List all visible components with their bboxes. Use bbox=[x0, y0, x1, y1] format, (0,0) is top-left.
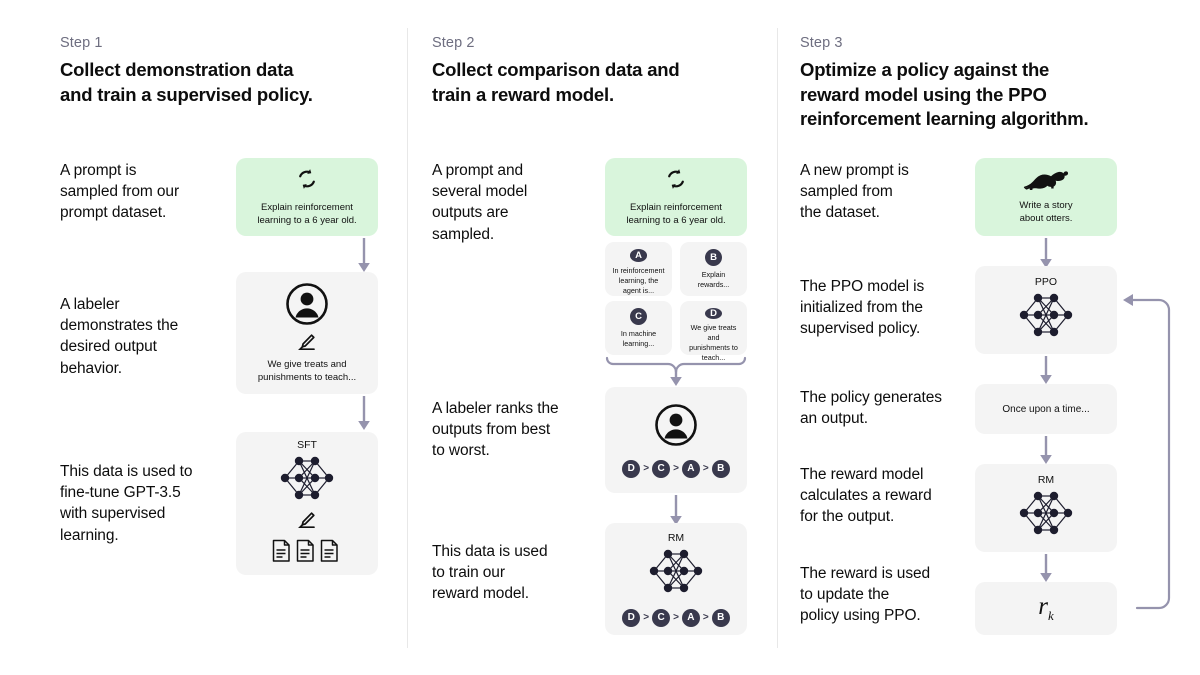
step-2-rm-box[interactable]: RM D > C > A > B bbox=[605, 523, 747, 635]
arrow-down-2 bbox=[357, 396, 371, 437]
step-1-labeler-text: We give treats and punishments to teach.… bbox=[257, 358, 357, 383]
step-1-labeler-box[interactable]: We give treats and punishments to teach.… bbox=[236, 272, 378, 394]
reward-symbol: rk bbox=[1038, 593, 1054, 624]
refresh-cycle-icon bbox=[295, 167, 319, 196]
reward-symbol-sub: k bbox=[1047, 608, 1054, 623]
column-divider-2 bbox=[777, 28, 778, 648]
step-3-prompt-box[interactable]: Write a story about otters. bbox=[975, 158, 1117, 236]
rlhf-diagram: Step 1 Collect demonstration data and tr… bbox=[0, 0, 1200, 675]
step-3-ppo-label: PPO bbox=[1034, 275, 1058, 288]
option-text-c: In machine learning... bbox=[620, 329, 657, 349]
step-2-labeler-ranking: D > C > A > B bbox=[622, 459, 730, 478]
step-2-title: Collect comparison data and train a rewa… bbox=[432, 59, 680, 105]
rm-rank-badge-3: A bbox=[681, 608, 700, 627]
option-badge-a: A bbox=[630, 249, 647, 262]
rank-badge-3: A bbox=[681, 459, 700, 478]
documents-icon bbox=[271, 539, 343, 568]
step-3-column: Step 3 Optimize a policy against the rew… bbox=[800, 0, 1171, 675]
step-3-title: Optimize a policy against the reward mod… bbox=[800, 59, 1089, 130]
step-1-description-1: A prompt is sampled from our prompt data… bbox=[60, 162, 180, 222]
step-3-output-text: Once upon a time... bbox=[1002, 403, 1090, 415]
step-1-column: Step 1 Collect demonstration data and tr… bbox=[60, 0, 390, 675]
step-3-description-2: The PPO model is initialized from the su… bbox=[800, 278, 925, 338]
neural-network-icon bbox=[1015, 488, 1077, 543]
person-circle-icon bbox=[285, 282, 329, 331]
step-2-description-3: This data is used to train our reward mo… bbox=[432, 543, 548, 603]
reward-symbol-base: r bbox=[1038, 593, 1048, 620]
step-3-rm-label: RM bbox=[1037, 473, 1055, 486]
step-1-prompt-text: Explain reinforcement learning to a 6 ye… bbox=[257, 201, 357, 226]
step-2-prompt-box[interactable]: Explain reinforcement learning to a 6 ye… bbox=[605, 158, 747, 236]
rm-rank-badge-4: B bbox=[711, 608, 730, 627]
rm-rank-badge-1: D bbox=[622, 608, 641, 627]
step-3-ppo-box[interactable]: PPO bbox=[975, 266, 1117, 354]
step-3-label: Step 3 bbox=[800, 35, 843, 51]
neural-network-icon bbox=[1015, 290, 1077, 345]
step-3-output-box[interactable]: Once upon a time... bbox=[975, 384, 1117, 434]
otter-icon bbox=[1023, 168, 1069, 195]
pencil-icon bbox=[298, 511, 316, 534]
neural-network-icon bbox=[645, 546, 707, 601]
rm-rank-gt-3: > bbox=[702, 612, 709, 623]
option-card-b[interactable]: B Explain rewards... bbox=[680, 242, 747, 296]
step-1-description-3: This data is used to fine-tune GPT-3.5 w… bbox=[60, 463, 193, 544]
step-2-prompt-text: Explain reinforcement learning to a 6 ye… bbox=[626, 201, 726, 226]
step-2-description-2: A labeler ranks the outputs from best to… bbox=[432, 400, 559, 460]
step-3-description-3: The policy generates an output. bbox=[800, 389, 942, 428]
step-3-prompt-text: Write a story about otters. bbox=[1019, 200, 1073, 224]
rank-gt-2: > bbox=[673, 463, 679, 474]
step-3-reward-box[interactable]: rk bbox=[975, 582, 1117, 635]
step-3-rm-box[interactable]: RM bbox=[975, 464, 1117, 552]
step-1-description-2: A labeler demonstrates the desired outpu… bbox=[60, 296, 179, 377]
step-1-sft-box[interactable]: SFT bbox=[236, 432, 378, 575]
column-divider-1 bbox=[407, 28, 408, 648]
step-2-rm-label: RM bbox=[667, 531, 685, 544]
feedback-loop-arrow bbox=[1115, 292, 1173, 617]
rm-rank-badge-2: C bbox=[652, 608, 671, 627]
rm-rank-gt-1: > bbox=[643, 612, 650, 623]
rank-badge-4: B bbox=[711, 459, 730, 478]
rank-gt-3: > bbox=[702, 463, 709, 474]
step-1-sft-label: SFT bbox=[297, 439, 317, 451]
person-circle-icon bbox=[654, 403, 698, 452]
rank-badge-1: D bbox=[622, 459, 641, 478]
step-2-column: Step 2 Collect comparison data and train… bbox=[432, 0, 762, 675]
option-card-a[interactable]: A In reinforcement learning, the agent i… bbox=[605, 242, 672, 296]
step-2-label: Step 2 bbox=[432, 35, 475, 51]
rm-rank-gt-2: > bbox=[673, 612, 679, 623]
step-3-description-1: A new prompt is sampled from the dataset… bbox=[800, 162, 909, 222]
step-1-label: Step 1 bbox=[60, 35, 103, 51]
step-1-title: Collect demonstration data and train a s… bbox=[60, 59, 313, 105]
refresh-cycle-icon bbox=[664, 167, 688, 196]
pencil-icon bbox=[298, 333, 316, 356]
step-2-rm-ranking: D > C > A > B bbox=[622, 608, 730, 627]
step-2-description-1: A prompt and several model outputs are s… bbox=[432, 162, 528, 243]
step-2-labeler-box[interactable]: D > C > A > B bbox=[605, 387, 747, 493]
option-badge-b: B bbox=[705, 249, 722, 266]
neural-network-icon bbox=[276, 453, 338, 508]
option-card-c[interactable]: C In machine learning... bbox=[605, 301, 672, 355]
option-text-a: In reinforcement learning, the agent is.… bbox=[612, 265, 665, 295]
step-3-description-4: The reward model calculates a reward for… bbox=[800, 466, 932, 526]
step-1-prompt-box[interactable]: Explain reinforcement learning to a 6 ye… bbox=[236, 158, 378, 236]
option-badge-d: D bbox=[705, 308, 722, 319]
step-3-description-5: The reward is used to update the policy … bbox=[800, 565, 931, 625]
option-card-d[interactable]: D We give treats and punishments to teac… bbox=[680, 301, 747, 362]
option-badge-c: C bbox=[630, 308, 647, 325]
option-text-b: Explain rewards... bbox=[697, 270, 730, 290]
rank-gt-1: > bbox=[643, 463, 650, 474]
rank-badge-2: C bbox=[652, 459, 671, 478]
